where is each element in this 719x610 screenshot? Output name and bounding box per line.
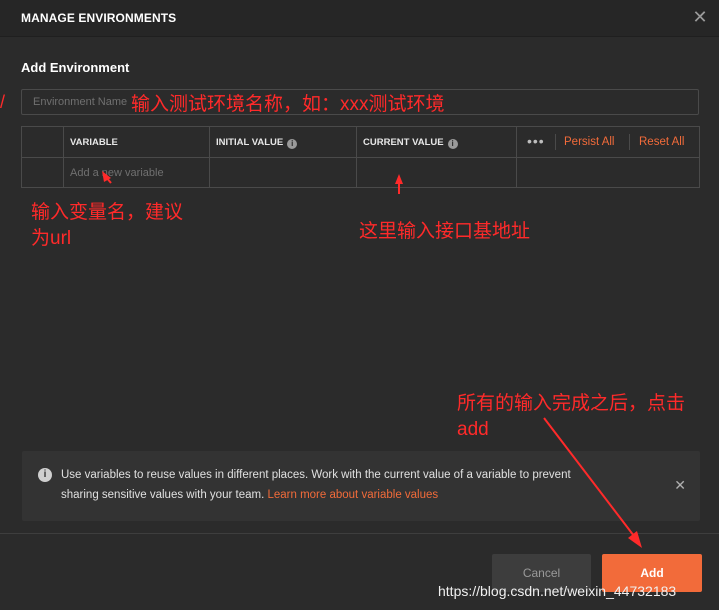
annotation-current-value: 这里输入接口基地址 [359,221,531,242]
environment-name-placeholder: Environment Name [33,96,128,108]
header-checkbox-cell [22,127,64,157]
header-initial-value: INITIAL VALUE i [216,137,298,149]
add-variable-placeholder: Add a new variable [70,167,164,179]
footer-divider [0,533,719,534]
header-actions-cell: ••• Persist All Reset All [517,127,699,157]
annotation-env-name: 输入测试环境名称，如：xxx测试环境 [131,94,445,115]
learn-more-link[interactable]: Learn more about variable values [267,489,438,501]
annotation-edge-mark: / [0,92,6,112]
info-text-line2: sharing sensitive values with your team.… [61,489,439,501]
divider [629,134,630,150]
annotation-add: 所有的输入完成之后，点击 add [457,393,686,440]
info-icon[interactable]: i [287,139,298,149]
row-checkbox-cell [22,158,64,188]
info-text-line1: Use variables to reuse values in differe… [61,469,571,481]
section-title: Add Environment [21,60,130,75]
info-icon: i [38,468,52,482]
variable-input-cell[interactable]: Add a new variable [64,158,210,188]
header-initial-value-cell: INITIAL VALUE i [210,127,357,157]
variables-table: VARIABLE INITIAL VALUE i CURRENT VALUE i •… [21,126,700,188]
header-variable-cell: VARIABLE [64,127,210,157]
header-variable: VARIABLE [70,137,118,148]
header-current-value: CURRENT VALUE i [363,137,458,149]
initial-value-input-cell[interactable] [210,158,357,188]
watermark: https://blog.csdn.net/weixin_44732183 [438,583,677,599]
persist-all-link[interactable]: Persist All [564,136,615,148]
close-icon[interactable]: ✕ [691,8,709,26]
header-current-value-cell: CURRENT VALUE i [357,127,517,157]
table-header-row: VARIABLE INITIAL VALUE i CURRENT VALUE i •… [22,127,699,158]
current-value-input-cell[interactable] [357,158,517,188]
reset-all-link[interactable]: Reset All [639,136,684,148]
divider [555,134,556,150]
modal-title: MANAGE ENVIRONMENTS [21,11,177,25]
info-banner: i Use variables to reuse values in diffe… [22,451,700,521]
more-options-icon[interactable]: ••• [527,133,545,149]
annotation-var-name: 输入变量名，建议 为url [31,202,184,249]
modal-header: MANAGE ENVIRONMENTS ✕ [0,0,719,37]
close-icon[interactable]: ✕ [674,477,686,494]
table-row: Add a new variable [22,158,699,188]
info-icon[interactable]: i [447,139,458,149]
row-actions-cell [517,158,699,188]
